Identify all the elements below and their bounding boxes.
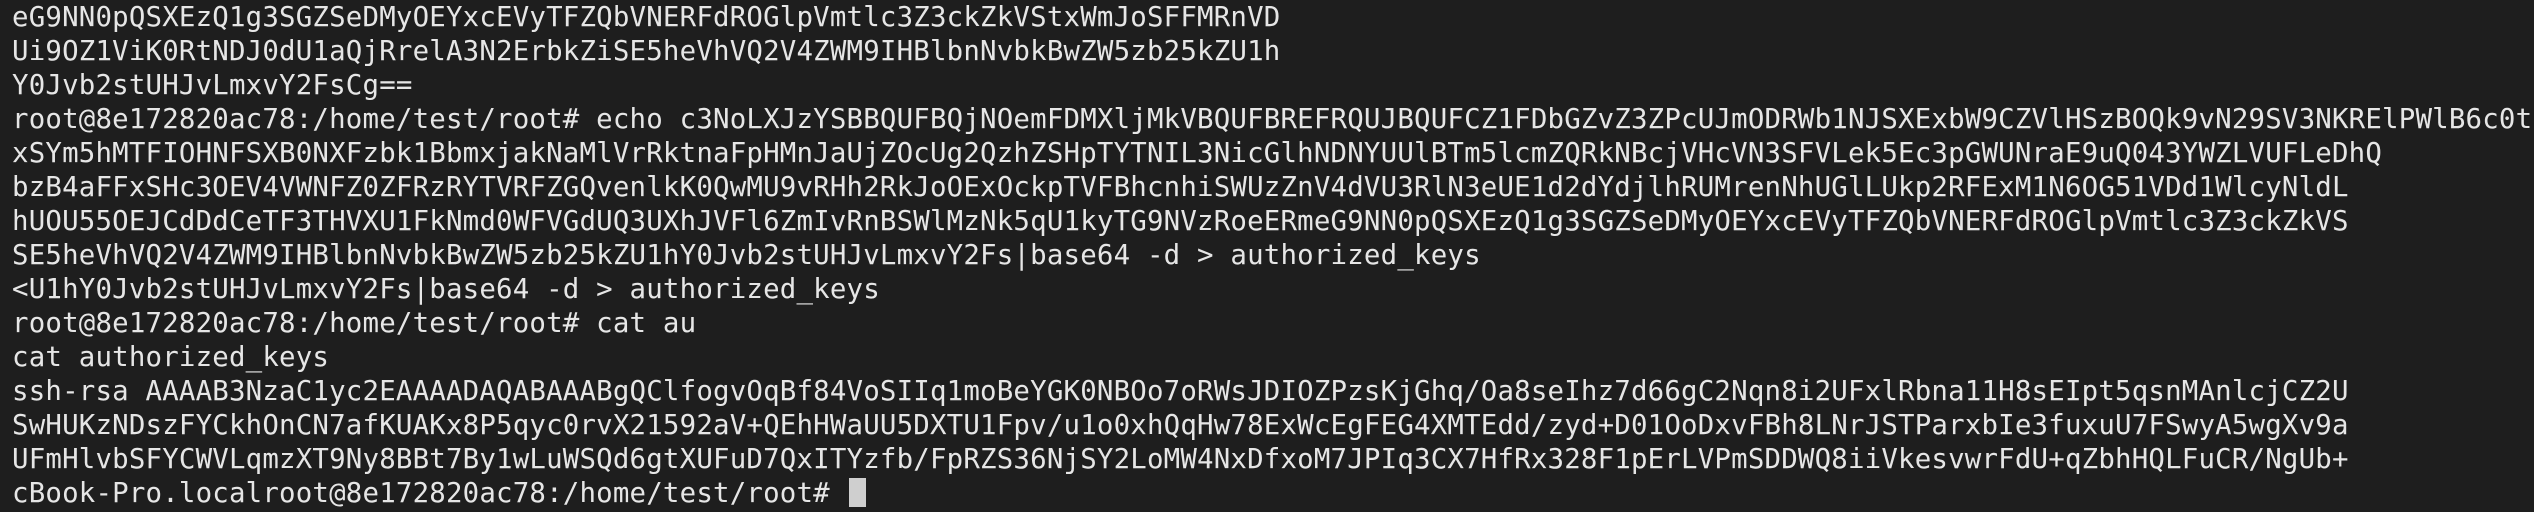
terminal-line: SE5heVhVQ2V4ZWM9IHBlbnNvbkBwZW5zb25kZU1h…	[12, 240, 1481, 271]
terminal-line: bzB4aFFxSHc3OEV4VWNFZ0ZFRzRYTVRFZGQvenlk…	[12, 172, 2349, 203]
terminal-line: root@8e172820ac78:/home/test/root# echo …	[12, 104, 2534, 135]
terminal-line: ssh-rsa AAAAB3NzaC1yc2EAAAADAQABAAABgQCl…	[12, 376, 2349, 407]
terminal-prompt: cBook-Pro.localroot@8e172820ac78:/home/t…	[12, 478, 847, 509]
terminal-line: UFmHlvbSFYCWVLqmzXT9Ny8BBt7By1wLuWSQd6gt…	[12, 444, 2349, 475]
terminal-prompt-line[interactable]: cBook-Pro.localroot@8e172820ac78:/home/t…	[12, 477, 2534, 511]
terminal-line: xSYm5hMTFIOHNFSXB0NXFzbk1BbmxjakNaMlVrRk…	[12, 138, 2383, 169]
terminal-line: SwHUKzNDszFYCkhOnCN7afKUAKx8P5qyc0rvX215…	[12, 410, 2349, 441]
terminal-line: root@8e172820ac78:/home/test/root# cat a…	[12, 308, 697, 339]
terminal-line: cat authorized_keys	[12, 342, 330, 373]
terminal-line: Y0Jvb2stUHJvLmxvY2FsCg==	[12, 70, 413, 101]
terminal-line: eG9NN0pQSXEzQ1g3SGZSeDMyOEYxcEVyTFZQbVNE…	[12, 2, 1281, 33]
text-cursor	[848, 478, 866, 507]
terminal-window[interactable]: eG9NN0pQSXEzQ1g3SGZSeDMyOEYxcEVyTFZQbVNE…	[0, 0, 2534, 512]
terminal-line: hUOU55OEJCdDdCeTF3THVXU1FkNmd0WFVGdUQ3UX…	[12, 206, 2349, 237]
terminal-line: Ui9OZ1ViK0RtNDJ0dU1aQjRrelA3N2ErbkZiSE5h…	[12, 36, 1281, 67]
terminal-line: <U1hY0Jvb2stUHJvLmxvY2Fs|base64 -d > aut…	[12, 274, 880, 305]
